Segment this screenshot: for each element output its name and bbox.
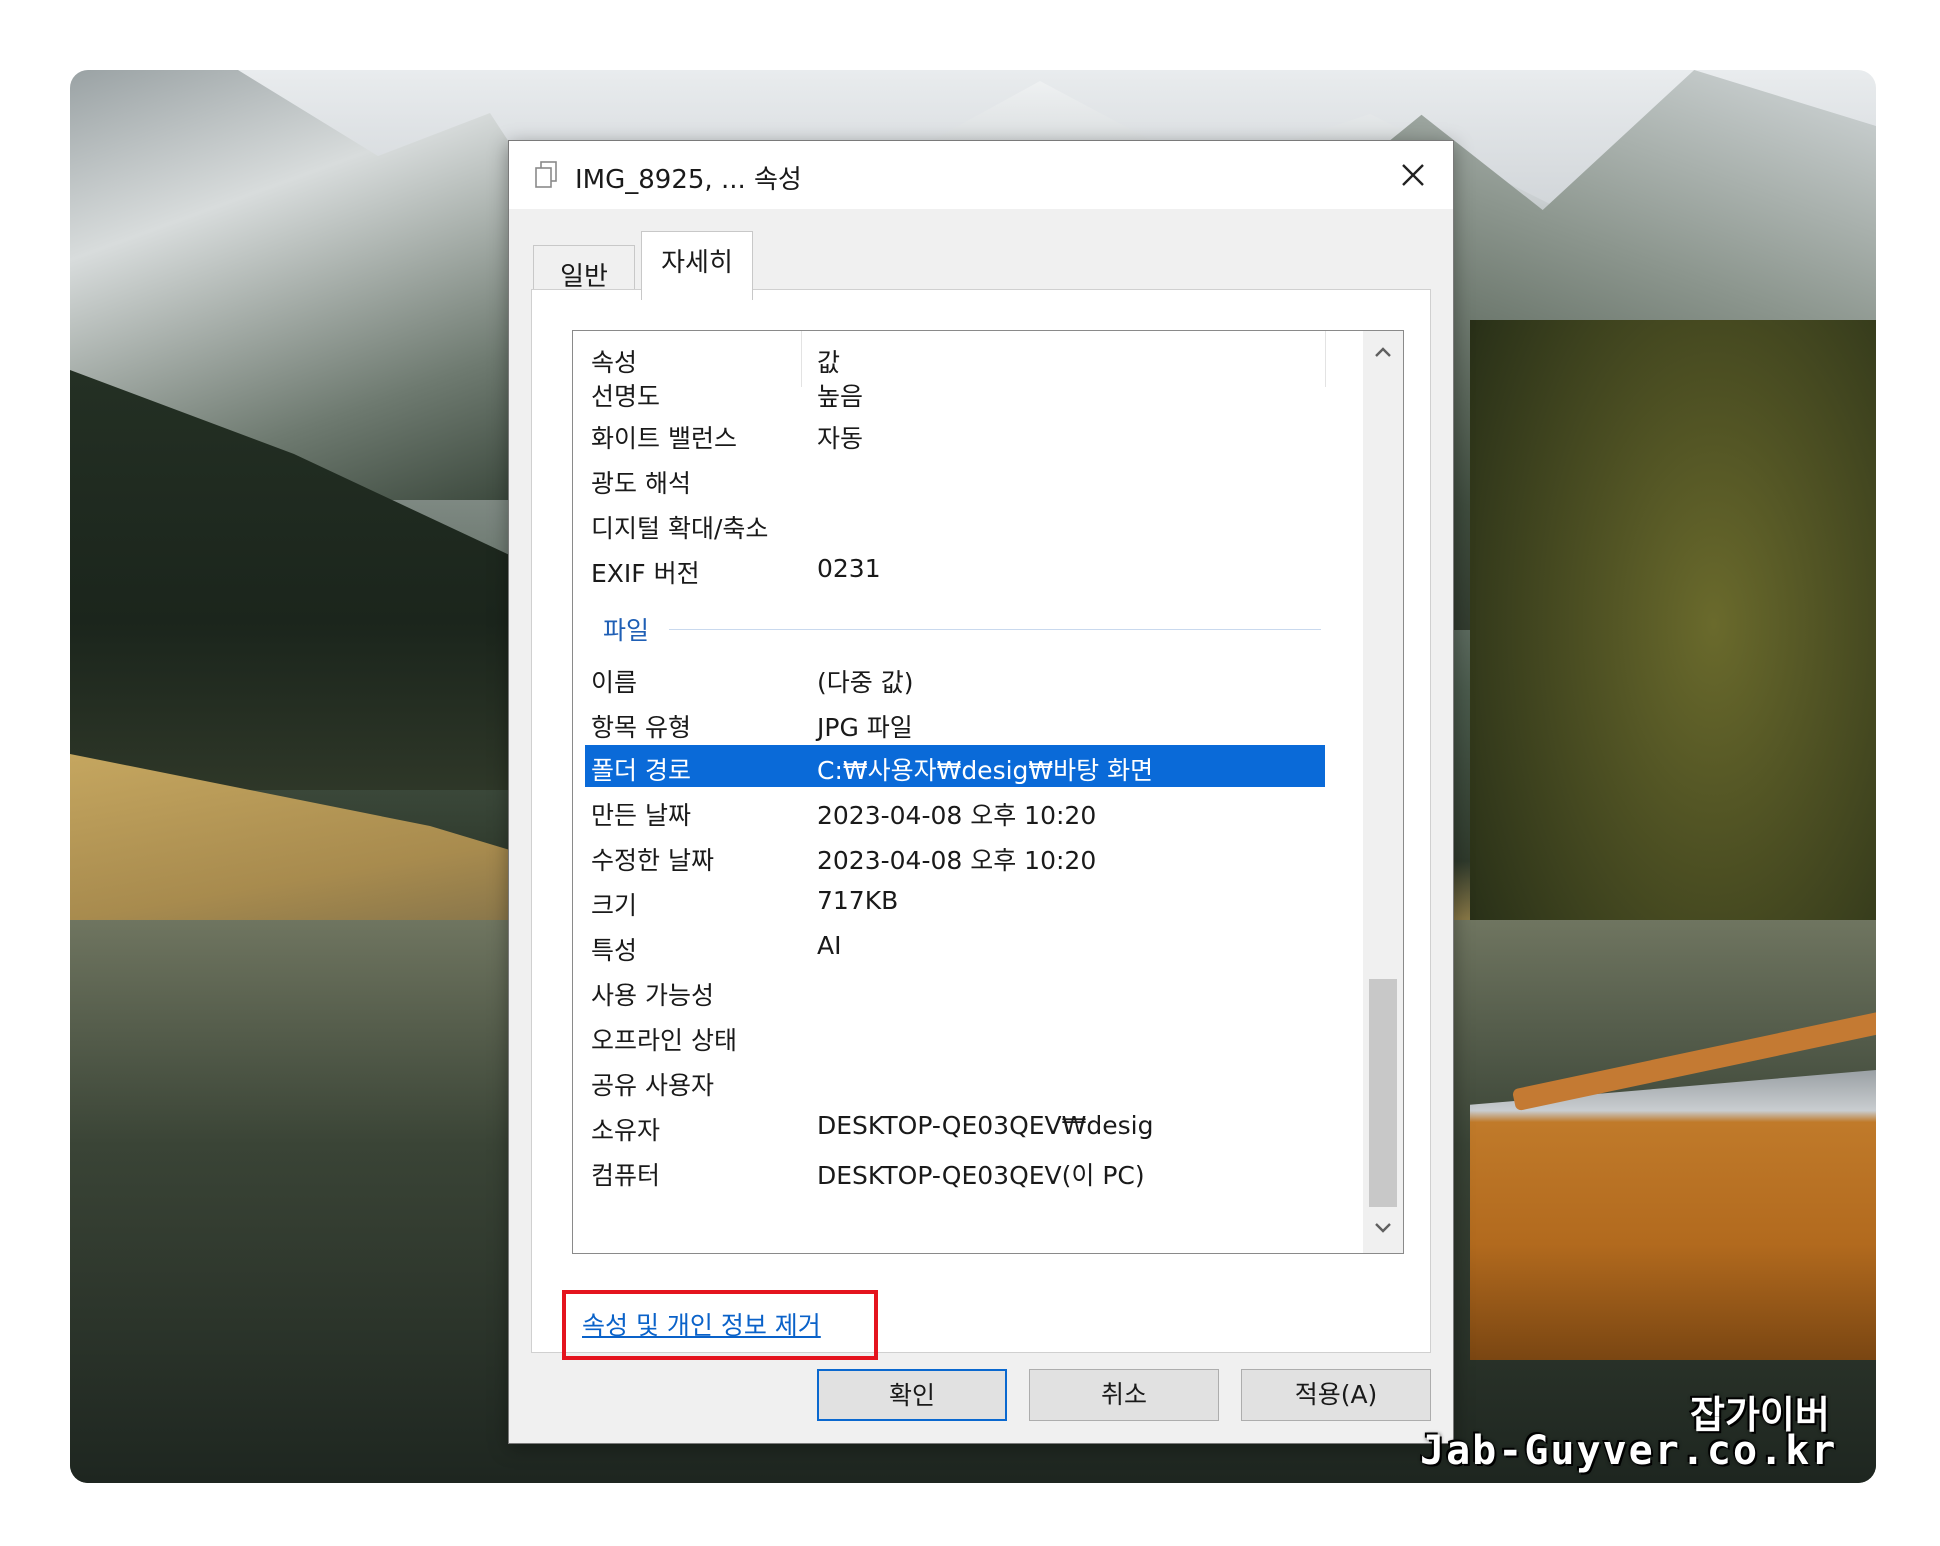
watermark-url: Jab-Guyver.co.kr	[1420, 1428, 1838, 1474]
property-name: 광도 해석	[591, 469, 691, 498]
cancel-button[interactable]: 취소	[1029, 1369, 1219, 1421]
property-name: 만든 날짜	[591, 801, 691, 830]
list-item[interactable]: 소유자 DESKTOP-QE03QEV₩desig	[585, 1105, 1325, 1147]
list-item[interactable]: 컴퓨터 DESKTOP-QE03QEV(이 PC)	[585, 1150, 1325, 1192]
ok-button[interactable]: 확인	[817, 1369, 1007, 1421]
boat-shape	[1470, 1070, 1876, 1360]
list-item[interactable]: 수정한 날짜 2023-04-08 오후 10:20	[585, 835, 1325, 877]
property-name: 오프라인 상태	[591, 1026, 737, 1055]
property-name: 항목 유형	[591, 713, 691, 742]
property-value: (다중 값)	[817, 668, 914, 697]
property-value: DESKTOP-QE03QEV(이 PC)	[817, 1161, 1145, 1190]
column-separator[interactable]	[1325, 331, 1326, 387]
scrollbar-thumb[interactable]	[1369, 979, 1397, 1207]
property-value: 717KB	[817, 886, 899, 915]
close-button[interactable]	[1389, 153, 1435, 197]
property-name: 컴퓨터	[591, 1161, 661, 1190]
apply-button[interactable]: 적용(A)	[1241, 1369, 1431, 1421]
window-title: IMG_8925, ... 속성	[575, 165, 802, 195]
property-name: 선명도	[591, 382, 661, 411]
remove-properties-link[interactable]: 속성 및 개인 정보 제거	[582, 1306, 821, 1342]
property-list[interactable]: 속성 값 선명도 높음 화이트 밸런스 자동 광도 해석 디지털 확대/축소 E…	[572, 330, 1404, 1254]
vertical-scrollbar[interactable]	[1363, 331, 1403, 1253]
property-name: 디지털 확대/축소	[591, 514, 769, 543]
highlight-box: 속성 및 개인 정보 제거	[562, 1290, 878, 1360]
list-item[interactable]: 항목 유형 JPG 파일	[585, 702, 1325, 744]
list-item[interactable]: 사용 가능성	[585, 970, 1325, 1012]
details-panel: 속성 값 선명도 높음 화이트 밸런스 자동 광도 해석 디지털 확대/축소 E…	[531, 289, 1431, 1360]
list-item[interactable]: 이름 (다중 값)	[585, 657, 1325, 699]
list-item[interactable]: 선명도 높음	[585, 371, 1325, 413]
property-value: 자동	[817, 424, 864, 453]
property-name: 사용 가능성	[591, 981, 714, 1010]
title-bar[interactable]: IMG_8925, ... 속성	[509, 141, 1453, 209]
tab-details[interactable]: 자세히	[641, 231, 753, 300]
property-name: 수정한 날짜	[591, 846, 714, 875]
property-value: AI	[817, 931, 842, 960]
list-item[interactable]: 만든 날짜 2023-04-08 오후 10:20	[585, 790, 1325, 832]
property-value: 2023-04-08 오후 10:20	[817, 801, 1097, 830]
property-value: 높음	[817, 382, 864, 411]
list-item[interactable]: 광도 해석	[585, 458, 1325, 500]
property-name: 특성	[591, 936, 638, 965]
group-divider	[669, 629, 1321, 630]
list-item[interactable]: 오프라인 상태	[585, 1015, 1325, 1057]
property-name: 공유 사용자	[591, 1071, 714, 1100]
property-name: 폴더 경로	[591, 756, 691, 785]
properties-dialog: IMG_8925, ... 속성 일반 자세히 속성 값 선명도 높음 화이트 …	[508, 140, 1454, 1444]
list-item[interactable]: 디지털 확대/축소	[585, 503, 1325, 545]
close-icon	[1402, 164, 1424, 186]
property-value: JPG 파일	[817, 713, 913, 742]
property-name: 이름	[591, 668, 638, 697]
property-value: 0231	[817, 554, 881, 583]
list-item-selected[interactable]: 폴더 경로 C:₩사용자₩desig₩바탕 화면	[585, 745, 1325, 787]
property-value: 2023-04-08 오후 10:20	[817, 846, 1097, 875]
property-name: 크기	[591, 891, 638, 920]
multiple-files-icon	[533, 161, 559, 189]
chevron-down-icon[interactable]	[1363, 1207, 1403, 1251]
list-item[interactable]: EXIF 버전 0231	[585, 548, 1325, 590]
property-name: 소유자	[591, 1116, 661, 1145]
property-value: DESKTOP-QE03QEV₩desig	[817, 1111, 1154, 1140]
property-name: EXIF 버전	[591, 559, 700, 588]
list-item[interactable]: 공유 사용자	[585, 1060, 1325, 1102]
list-item[interactable]: 화이트 밸런스 자동	[585, 413, 1325, 455]
property-value: C:₩사용자₩desig₩바탕 화면	[817, 756, 1154, 785]
list-item[interactable]: 크기 717KB	[585, 880, 1325, 922]
chevron-up-icon[interactable]	[1363, 331, 1403, 375]
list-item[interactable]: 특성 AI	[585, 925, 1325, 967]
property-name: 화이트 밸런스	[591, 424, 737, 453]
group-header-file: 파일	[603, 616, 650, 645]
